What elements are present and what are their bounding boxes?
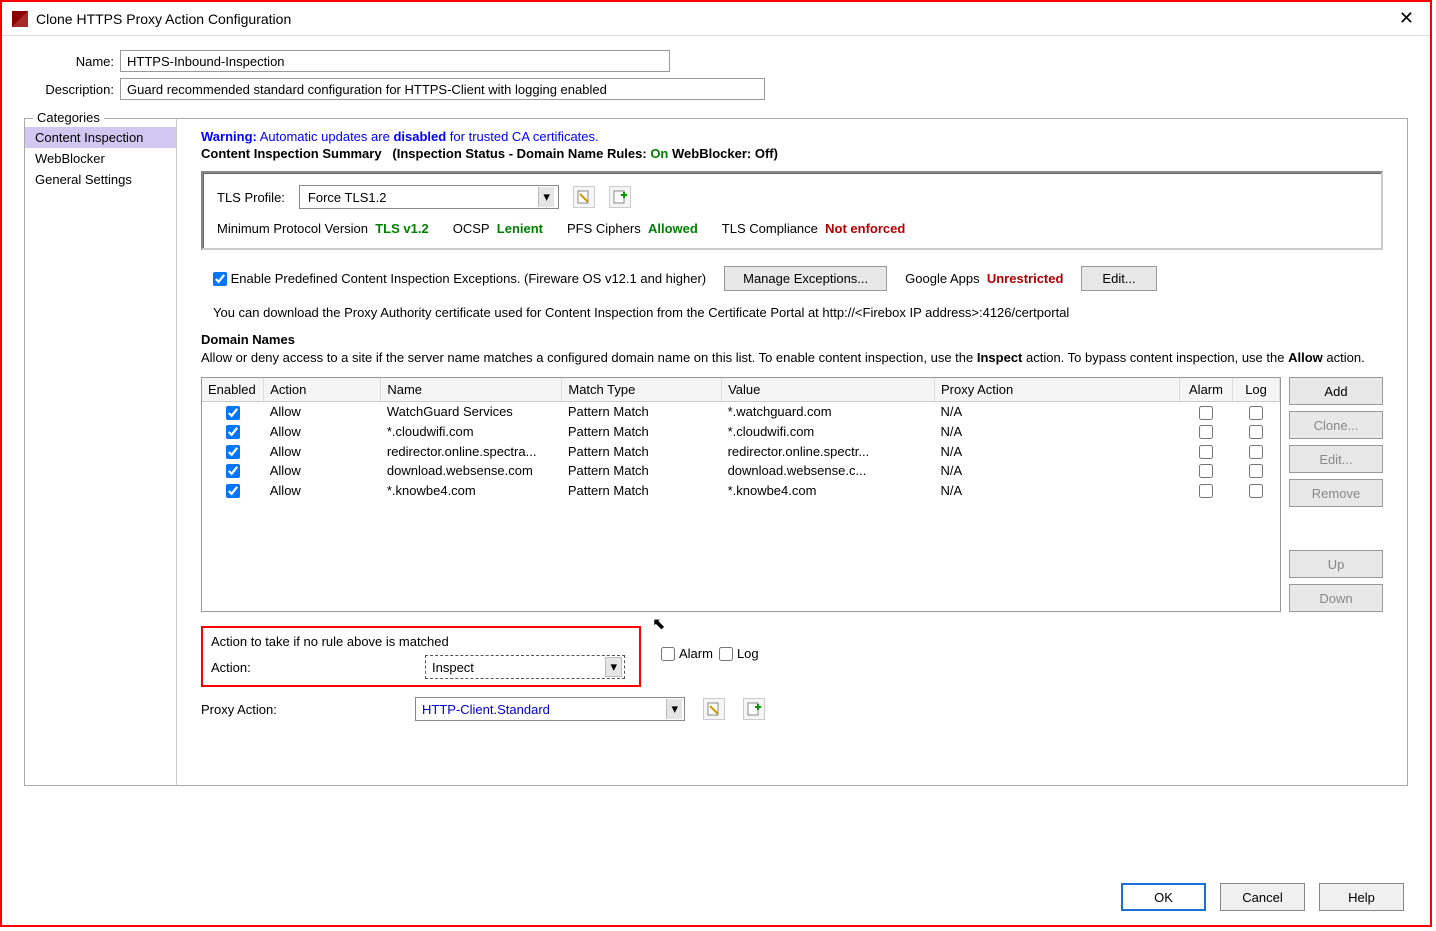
new-proxy-icon[interactable] (743, 698, 765, 720)
col-alarm[interactable]: Alarm (1179, 378, 1232, 402)
table-row[interactable]: Allow*.cloudwifi.comPattern Match*.cloud… (202, 422, 1280, 442)
edit-google-button[interactable]: Edit... (1081, 266, 1156, 291)
no-match-title: Action to take if no rule above is match… (211, 634, 631, 649)
col-proxy[interactable]: Proxy Action (935, 378, 1180, 402)
row-log-checkbox[interactable] (1249, 425, 1263, 439)
table-row[interactable]: Allow*.knowbe4.comPattern Match*.knowbe4… (202, 480, 1280, 500)
row-enabled-checkbox[interactable] (226, 406, 240, 420)
categories-legend: Categories (33, 110, 104, 125)
sidebar-item-general-settings[interactable]: General Settings (25, 169, 176, 190)
window-title: Clone HTTPS Proxy Action Configuration (36, 11, 1393, 27)
table-row[interactable]: Allowredirector.online.spectra...Pattern… (202, 441, 1280, 461)
row-alarm-checkbox[interactable] (1199, 406, 1213, 420)
chevron-down-icon: ▾ (605, 657, 622, 677)
col-action[interactable]: Action (264, 378, 381, 402)
table-row[interactable]: AllowWatchGuard ServicesPattern Match*.w… (202, 402, 1280, 422)
row-alarm-checkbox[interactable] (1199, 445, 1213, 459)
warning-text: Warning: Automatic updates are disabled … (201, 129, 1383, 144)
help-button[interactable]: Help (1319, 883, 1404, 911)
alarm-checkbox-label[interactable]: Alarm (661, 646, 713, 661)
exceptions-checkbox[interactable] (213, 272, 227, 286)
add-button[interactable]: Add (1289, 377, 1383, 405)
warning-prefix: Warning: (201, 129, 257, 144)
row-enabled-checkbox[interactable] (226, 484, 240, 498)
ok-button[interactable]: OK (1121, 883, 1206, 911)
row-log-checkbox[interactable] (1249, 484, 1263, 498)
name-label: Name: (22, 54, 114, 69)
no-match-action-select[interactable]: Inspect ▾ (425, 655, 625, 679)
col-name[interactable]: Name (381, 378, 562, 402)
edit-proxy-icon[interactable] (703, 698, 725, 720)
edit-tls-icon[interactable] (573, 186, 595, 208)
domain-rules-table[interactable]: Enabled Action Name Match Type Value Pro… (201, 377, 1281, 612)
row-log-checkbox[interactable] (1249, 445, 1263, 459)
description-input[interactable] (120, 78, 765, 100)
row-log-checkbox[interactable] (1249, 406, 1263, 420)
edit-button[interactable]: Edit... (1289, 445, 1383, 473)
col-value[interactable]: Value (722, 378, 935, 402)
sidebar-item-content-inspection[interactable]: Content Inspection (25, 127, 176, 148)
cert-portal-info: You can download the Proxy Authority cer… (201, 305, 1383, 320)
domain-names-help: Allow or deny access to a site if the se… (201, 349, 1383, 367)
summary-line: Content Inspection Summary (Inspection S… (201, 146, 1383, 161)
proxy-action-select[interactable]: HTTP-Client.Standard ▾ (415, 697, 685, 721)
remove-button[interactable]: Remove (1289, 479, 1383, 507)
new-tls-icon[interactable] (609, 186, 631, 208)
col-log[interactable]: Log (1233, 378, 1280, 402)
exceptions-checkbox-label[interactable]: Enable Predefined Content Inspection Exc… (213, 271, 706, 287)
col-enabled[interactable]: Enabled (202, 378, 264, 402)
proxy-action-label: Proxy Action: (201, 702, 401, 717)
row-alarm-checkbox[interactable] (1199, 484, 1213, 498)
row-enabled-checkbox[interactable] (226, 445, 240, 459)
log-checkbox[interactable] (719, 647, 733, 661)
no-match-box: Action to take if no rule above is match… (201, 626, 641, 687)
no-match-action-label: Action: (211, 660, 411, 675)
cancel-button[interactable]: Cancel (1220, 883, 1305, 911)
domain-names-heading: Domain Names (201, 332, 1383, 347)
name-input[interactable] (120, 50, 670, 72)
chevron-down-icon: ▾ (538, 187, 554, 207)
up-button[interactable]: Up (1289, 550, 1383, 578)
row-enabled-checkbox[interactable] (226, 464, 240, 478)
tls-profile-select[interactable]: Force TLS1.2 ▾ (299, 185, 559, 209)
description-label: Description: (22, 82, 114, 97)
down-button[interactable]: Down (1289, 584, 1383, 612)
row-log-checkbox[interactable] (1249, 464, 1263, 478)
clone-button[interactable]: Clone... (1289, 411, 1383, 439)
table-row[interactable]: Allowdownload.websense.comPattern Matchd… (202, 461, 1280, 481)
row-alarm-checkbox[interactable] (1199, 425, 1213, 439)
alarm-checkbox[interactable] (661, 647, 675, 661)
tls-summary-box: TLS Profile: Force TLS1.2 ▾ Mi (201, 171, 1383, 250)
titlebar: Clone HTTPS Proxy Action Configuration ✕ (2, 2, 1430, 36)
col-match[interactable]: Match Type (562, 378, 722, 402)
row-alarm-checkbox[interactable] (1199, 464, 1213, 478)
app-icon (12, 11, 28, 27)
row-enabled-checkbox[interactable] (226, 425, 240, 439)
tls-profile-label: TLS Profile: (217, 190, 285, 205)
log-checkbox-label[interactable]: Log (719, 646, 759, 661)
sidebar-item-webblocker[interactable]: WebBlocker (25, 148, 176, 169)
chevron-down-icon: ▾ (666, 699, 682, 719)
manage-exceptions-button[interactable]: Manage Exceptions... (724, 266, 887, 291)
close-icon[interactable]: ✕ (1393, 8, 1420, 29)
categories-sidebar: Content Inspection WebBlocker General Se… (25, 119, 177, 785)
